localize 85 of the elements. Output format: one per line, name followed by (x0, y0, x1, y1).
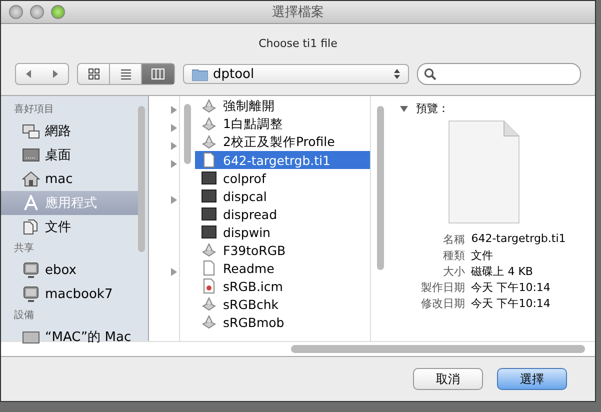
file-row[interactable]: colprof (195, 169, 370, 187)
info-label: 修改日期 (421, 296, 466, 311)
file-row[interactable]: 1白點調整 (195, 115, 370, 133)
choose-button[interactable]: 選擇 (497, 368, 567, 390)
file-row[interactable]: F39toRGB (195, 241, 370, 259)
location-popup[interactable]: dptool (183, 64, 409, 84)
app-icon (201, 242, 217, 258)
app-icon (201, 134, 217, 150)
computer-icon (22, 262, 40, 278)
scrollbar[interactable] (377, 106, 384, 270)
file-row[interactable]: sRGBmob (195, 313, 370, 331)
sidebar-item[interactable]: 桌面 (1, 143, 143, 167)
file-row[interactable]: 2校正及製作Profile (195, 133, 370, 151)
scrollbar[interactable] (184, 104, 191, 164)
preview-heading: 預覽： (416, 101, 449, 116)
file-row[interactable]: 強制離開 (195, 97, 370, 115)
folder-icon (192, 68, 208, 80)
file-row[interactable]: sRGBchk (195, 295, 370, 313)
app-icon (201, 296, 217, 312)
documents-icon (22, 219, 40, 235)
disclosure-triangle-icon (171, 106, 177, 114)
grid-icon (88, 68, 100, 80)
house-icon (22, 171, 40, 187)
sidebar-heading: 設備 (13, 308, 35, 323)
disclosure-triangle-icon (171, 142, 177, 150)
file-row[interactable]: Readme (195, 259, 370, 277)
cancel-button[interactable]: 取消 (413, 368, 483, 390)
sidebar-item[interactable]: macbook7 (1, 282, 143, 306)
file-row[interactable]: dispcal (195, 187, 370, 205)
disclosure-triangle-icon (171, 196, 177, 204)
disclosure-triangle-icon (171, 160, 177, 168)
stepper-arrows-icon (394, 69, 400, 79)
computer-icon (22, 286, 40, 302)
sidebar-item[interactable]: 文件 (1, 215, 143, 239)
info-label: 種類 (442, 248, 466, 263)
file-row[interactable]: dispread (195, 205, 370, 223)
app-icon (201, 116, 217, 132)
color-profile-icon (201, 278, 217, 294)
sidebar-heading: 喜好項目 (13, 102, 55, 117)
info-label: 名稱 (442, 232, 466, 247)
search-icon (424, 68, 436, 80)
info-label: 大小 (442, 264, 466, 279)
info-value: 642-targetrgb.ti1 (471, 232, 566, 247)
zoom-button[interactable] (51, 5, 65, 19)
info-value: 磁碟上 4 KB (471, 264, 534, 279)
document-preview-icon (448, 120, 520, 224)
sidebar-item[interactable]: “MAC”的 Mac (1, 325, 143, 349)
apps-icon (22, 195, 40, 211)
sidebar-item[interactable]: 網路 (1, 119, 143, 143)
search-field[interactable] (417, 63, 581, 85)
document-icon (201, 260, 217, 276)
prompt-text: Choose ti1 file (258, 37, 338, 50)
sidebar-item[interactable]: ebox (1, 258, 143, 282)
forward-icon (50, 69, 60, 79)
sidebar-heading: 共享 (13, 242, 35, 256)
scrollbar[interactable] (138, 106, 145, 252)
scrollbar[interactable] (291, 345, 585, 353)
document-icon (201, 152, 217, 168)
file-row[interactable]: 642-targetrgb.ti1 (195, 151, 370, 169)
desktop-icon (22, 147, 40, 163)
info-value: 今天 下午10:14 (471, 296, 552, 311)
back-forward-control[interactable] (15, 63, 69, 85)
terminal-icon (201, 206, 217, 222)
file-row[interactable]: dispwin (195, 223, 370, 241)
disclosure-triangle-icon (171, 268, 177, 276)
app-icon (201, 314, 217, 330)
terminal-icon (201, 170, 217, 186)
terminal-icon (201, 188, 217, 204)
column-view-button[interactable] (142, 64, 174, 84)
columns-icon (151, 68, 165, 80)
sidebar-item[interactable]: mac (1, 167, 143, 191)
window-title: 選擇檔案 (271, 4, 325, 21)
disclosure-triangle-icon (400, 106, 408, 112)
list-icon (120, 68, 132, 80)
back-icon (24, 69, 34, 79)
info-label: 製作日期 (421, 280, 466, 295)
file-row[interactable]: sRGB.icm (195, 277, 370, 295)
close-button[interactable] (9, 5, 23, 19)
info-value: 今天 下午10:14 (471, 280, 552, 295)
disclosure-triangle-icon (171, 124, 177, 132)
network-icon (22, 123, 40, 139)
info-value: 文件 (471, 248, 494, 263)
terminal-icon (201, 224, 217, 240)
minimize-button[interactable] (30, 5, 44, 19)
app-icon (201, 98, 217, 114)
